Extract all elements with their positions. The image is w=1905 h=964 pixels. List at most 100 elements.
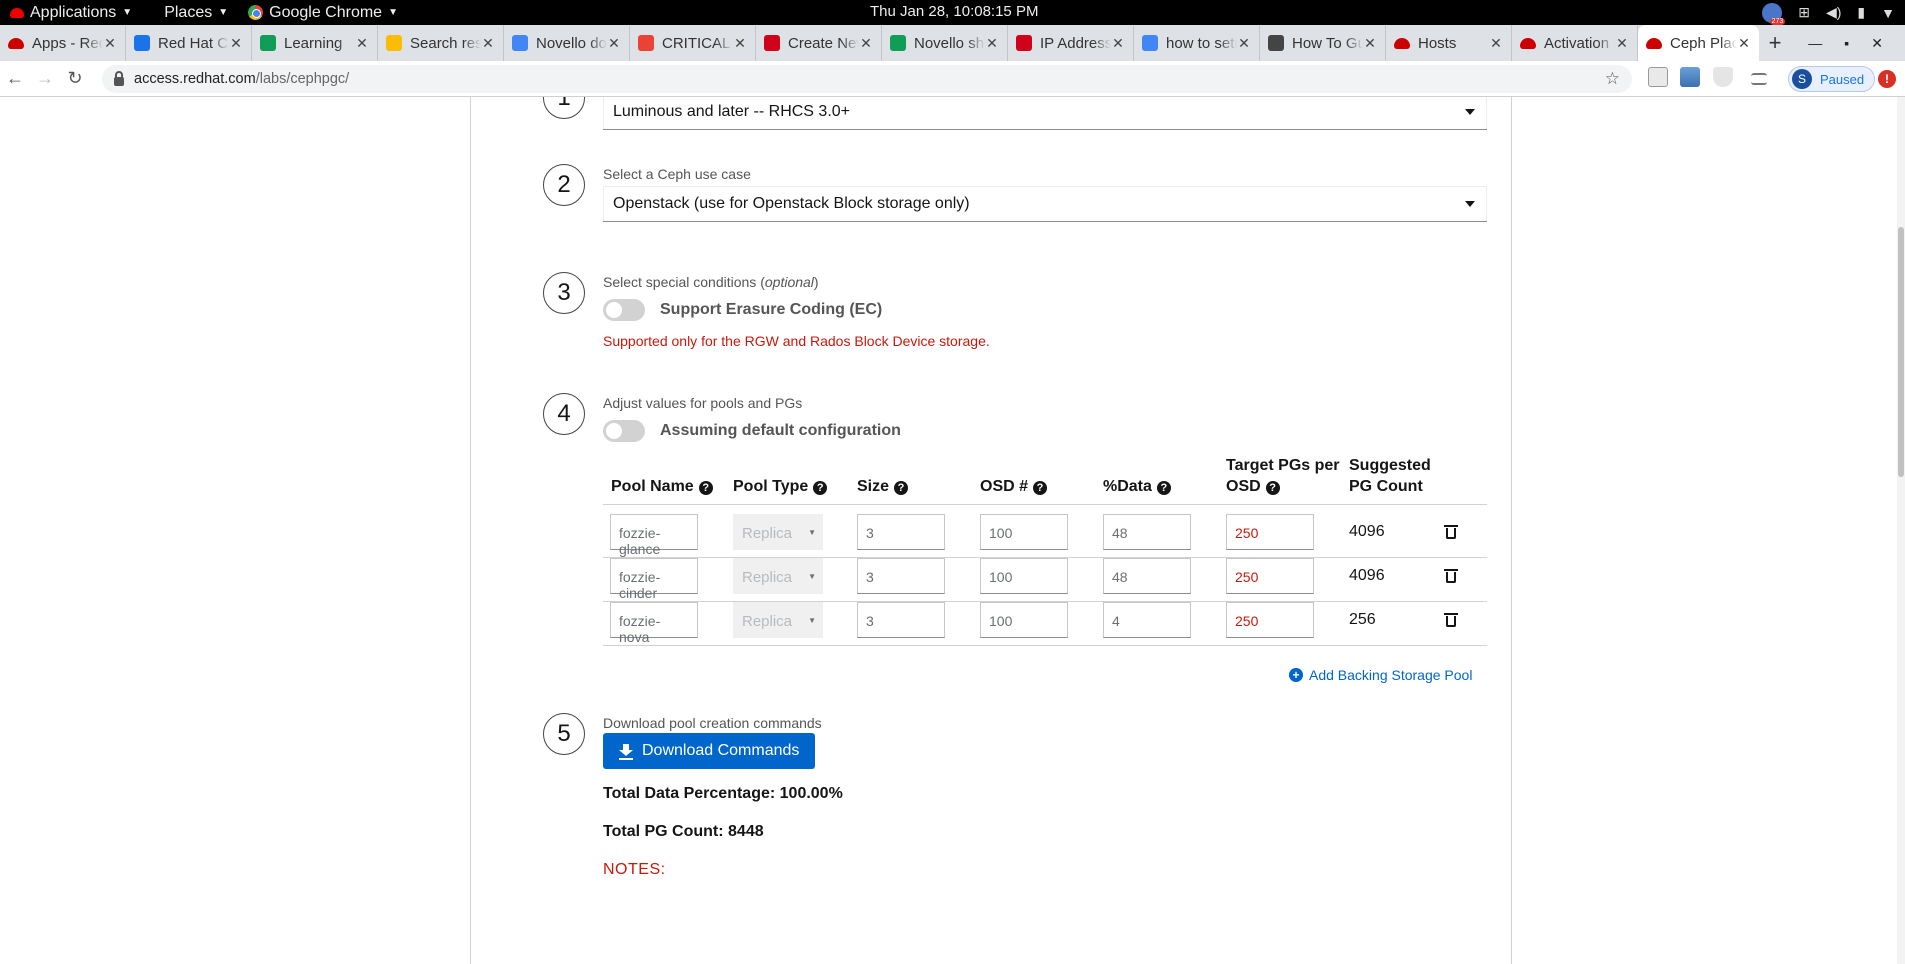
use-case-select[interactable]: Openstack (use for Openstack Block stora… [603, 186, 1487, 222]
volume-icon[interactable]: ◀) [1826, 4, 1841, 21]
help-icon[interactable]: ? [1033, 481, 1048, 495]
data-percent-input[interactable]: 48 [1103, 514, 1191, 550]
battery-icon[interactable]: ▮ [1857, 4, 1865, 21]
help-icon[interactable]: ? [894, 481, 909, 495]
close-tab-icon[interactable]: ✕ [1615, 35, 1629, 52]
browser-tab[interactable]: Novello sheet✕ [882, 25, 1008, 61]
close-tab-icon[interactable]: ✕ [607, 35, 621, 52]
close-tab-icon[interactable]: ✕ [103, 35, 117, 52]
browser-tab[interactable]: Ceph Placement✕ [1638, 25, 1759, 61]
close-window-icon[interactable]: ✕ [1871, 35, 1883, 52]
applications-menu[interactable]: Applications ▼ [0, 0, 142, 25]
pool-name-input[interactable]: fozzie-cinder [610, 558, 698, 601]
target-pgs-input[interactable]: 250 [1226, 558, 1314, 594]
pool-type-select[interactable]: Replica ▼ [733, 514, 823, 550]
close-tab-icon[interactable]: ✕ [1489, 35, 1503, 52]
gmail-icon [638, 35, 654, 51]
data-percent-input[interactable]: 48 [1103, 558, 1191, 594]
system-tray[interactable]: 273 ⊞ ◀) ▮ ▼ [1762, 0, 1895, 25]
osd-count-input[interactable]: 100 [980, 602, 1068, 638]
browser-tab[interactable]: Apps - Red Hat✕ [0, 25, 126, 61]
close-tab-icon[interactable]: ✕ [481, 35, 495, 52]
address-bar[interactable]: access.redhat.com/labs/cephpgc/ ☆ [102, 65, 1632, 93]
extension-reader-icon[interactable] [1648, 67, 1668, 87]
extension-shield-icon[interactable] [1713, 67, 1733, 87]
suggested-pg-count: 256 [1349, 611, 1376, 628]
pool-type-select[interactable]: Replica ▼ [733, 602, 823, 638]
delete-pool-icon[interactable] [1444, 525, 1458, 539]
google-icon [1142, 35, 1158, 51]
pool-name-input[interactable]: fozzie-nova [610, 602, 698, 645]
pool-name-input[interactable]: fozzie-glance [610, 514, 698, 557]
delete-pool-icon[interactable] [1444, 613, 1458, 627]
tab-title: Apps - Red Hat [32, 34, 103, 52]
alert-icon[interactable]: ! [1878, 70, 1896, 88]
close-tab-icon[interactable]: ✕ [1363, 35, 1377, 52]
close-tab-icon[interactable]: ✕ [859, 35, 873, 52]
erasure-coding-toggle[interactable] [603, 299, 645, 321]
target-pgs-input[interactable]: 250 [1226, 602, 1314, 638]
help-icon[interactable]: ? [698, 481, 713, 495]
minimize-icon[interactable]: — [1808, 35, 1822, 51]
add-pool-link[interactable]: + Add Backing Storage Pool [1289, 667, 1472, 683]
close-tab-icon[interactable]: ✕ [229, 35, 243, 52]
help-icon[interactable]: ? [1156, 481, 1171, 495]
browser-tab[interactable]: Red Hat Calendar✕ [126, 25, 252, 61]
data-percent-input[interactable]: 4 [1103, 602, 1191, 638]
page-scrollbar[interactable] [1897, 97, 1905, 964]
browser-tab[interactable]: Learning ✕ [252, 25, 378, 61]
browser-tab[interactable]: Activation Keys✕ [1512, 25, 1638, 61]
size-input[interactable]: 3 [857, 558, 945, 594]
osd-count-input[interactable]: 100 [980, 558, 1068, 594]
browser-tab[interactable]: Search results✕ [378, 25, 504, 61]
browser-tab[interactable]: How To Guide✕ [1260, 25, 1386, 61]
browser-tab[interactable]: Create New✕ [756, 25, 882, 61]
close-tab-icon[interactable]: ✕ [1737, 35, 1751, 52]
step-2-label: Select a Ceph use case [603, 166, 751, 182]
reload-icon[interactable]: ↻ [60, 68, 90, 89]
close-tab-icon[interactable]: ✕ [1237, 35, 1251, 52]
forward-icon[interactable]: → [30, 68, 60, 89]
places-menu[interactable]: Places ▼ [154, 0, 238, 25]
browser-tab[interactable]: how to setup✕ [1134, 25, 1260, 61]
clock[interactable]: Thu Jan 28, 10:08:15 PM [870, 3, 1038, 20]
pool-type-select[interactable]: Replica ▼ [733, 558, 823, 594]
extension-photo-icon[interactable] [1680, 67, 1700, 87]
maximize-icon[interactable]: ▪ [1844, 35, 1849, 51]
docs-icon [512, 35, 528, 51]
tab-title: Novello sheet [914, 34, 985, 52]
browser-tab[interactable]: Novello docs✕ [504, 25, 630, 61]
step-5-label: Download pool creation commands [603, 715, 822, 731]
step-3-label: Select special conditions (optional) [603, 274, 819, 290]
ceph-version-select[interactable]: Luminous and later -- RHCS 3.0+ [603, 97, 1487, 130]
browser-tab[interactable]: Hosts ✕ [1386, 25, 1512, 61]
notification-icon[interactable]: 273 [1762, 2, 1786, 25]
scrollbar-thumb[interactable] [1898, 227, 1904, 477]
network-icon[interactable]: ⊞ [1798, 4, 1810, 21]
download-commands-button[interactable]: Download Commands [603, 733, 816, 769]
osd-count-input[interactable]: 100 [980, 514, 1068, 550]
back-icon[interactable]: ← [0, 68, 30, 89]
default-config-toggle[interactable] [603, 420, 645, 442]
help-icon[interactable]: ? [813, 481, 828, 495]
calendar-icon [134, 35, 150, 51]
caret-down-icon[interactable]: ▼ [1881, 5, 1895, 21]
help-icon[interactable]: ? [1265, 481, 1280, 495]
notes-heading: NOTES: [603, 861, 666, 878]
browser-tab[interactable]: IP Address ✕ [1008, 25, 1134, 61]
close-tab-icon[interactable]: ✕ [733, 35, 747, 52]
close-tab-icon[interactable]: ✕ [1111, 35, 1125, 52]
browser-app-menu[interactable]: Google Chrome ▼ [238, 0, 408, 25]
target-pgs-input[interactable]: 250 [1226, 514, 1314, 550]
new-tab-button[interactable]: + [1759, 25, 1791, 61]
size-input[interactable]: 3 [857, 602, 945, 638]
delete-pool-icon[interactable] [1444, 569, 1458, 583]
bookmark-star-icon[interactable]: ☆ [1605, 69, 1620, 89]
size-input[interactable]: 3 [857, 514, 945, 550]
browser-tab[interactable]: CRITICAL ✕ [630, 25, 756, 61]
close-tab-icon[interactable]: ✕ [355, 35, 369, 52]
close-tab-icon[interactable]: ✕ [985, 35, 999, 52]
extension-menu-icon[interactable] [1751, 73, 1767, 85]
add-circle-icon: + [1289, 668, 1303, 682]
profile-paused-button[interactable]: S Paused [1788, 66, 1876, 92]
